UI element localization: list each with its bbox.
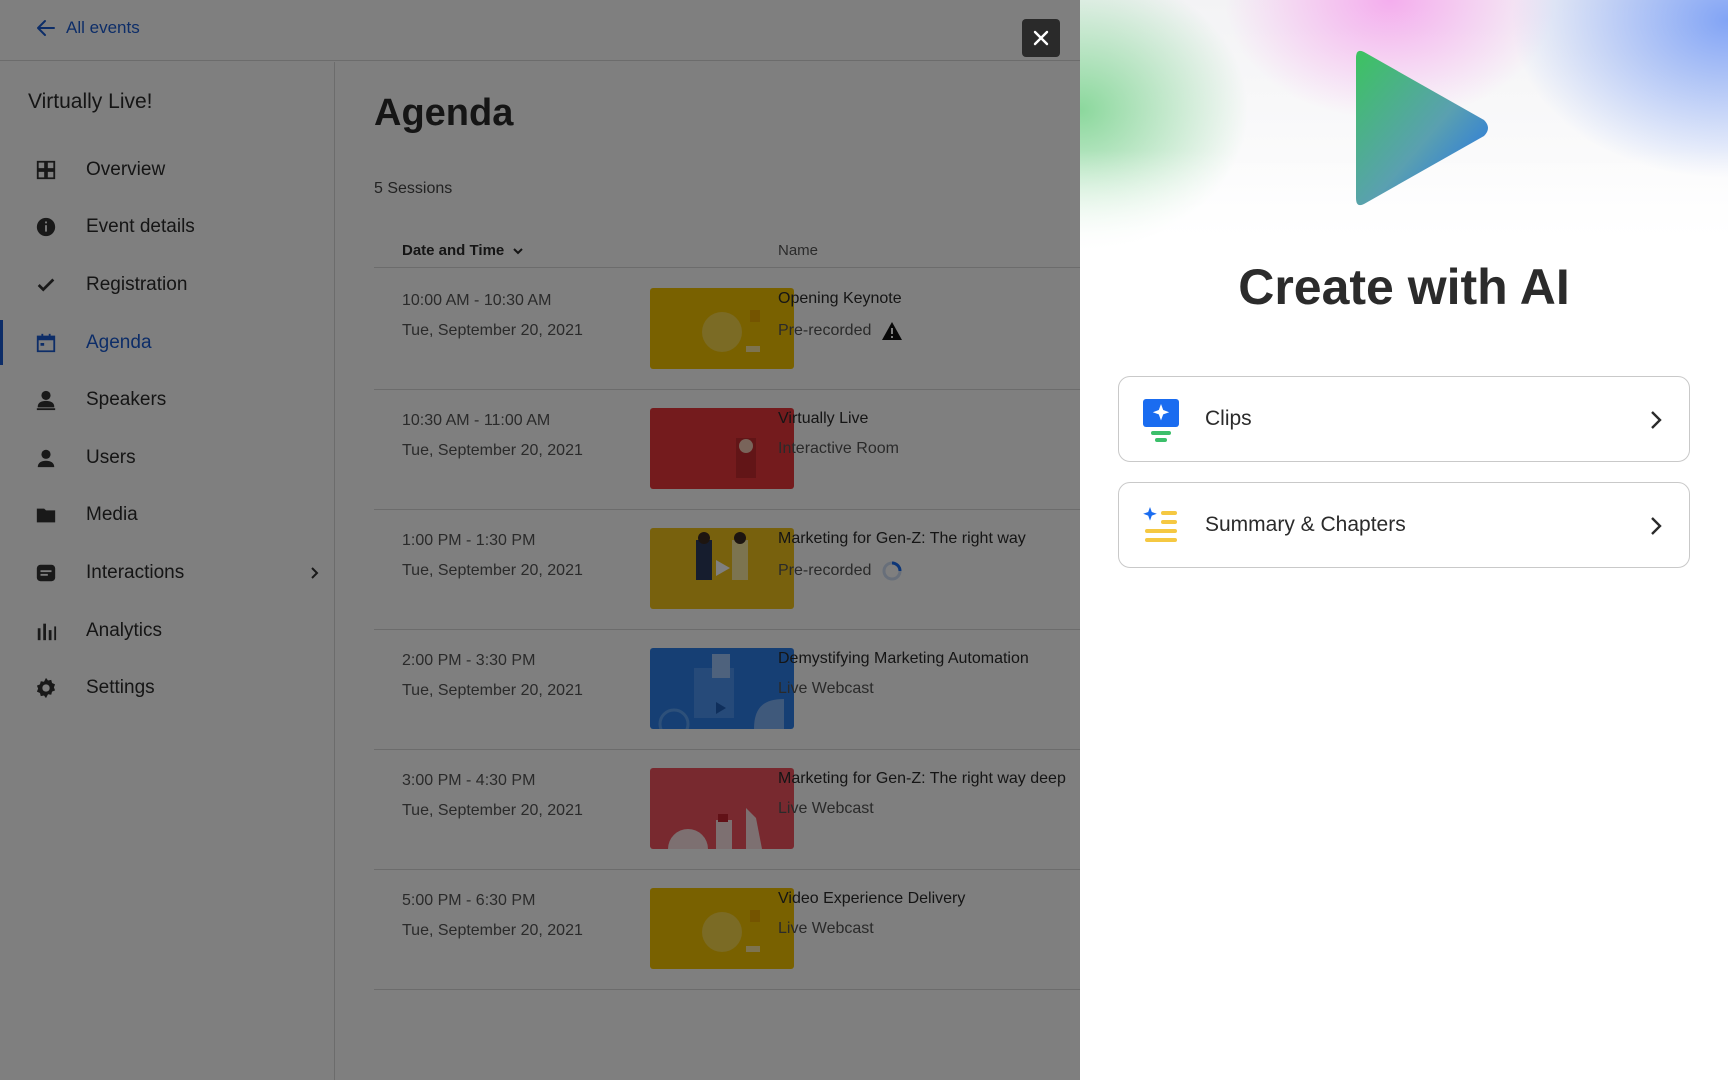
create-with-ai-panel: Create with AI Clips Summary & Chapters xyxy=(1080,0,1728,1080)
modal-backdrop[interactable] xyxy=(0,0,1080,1080)
chevron-right-icon xyxy=(1651,517,1662,535)
summary-ai-icon xyxy=(1143,507,1177,542)
close-icon xyxy=(1033,30,1049,46)
clips-label: Clips xyxy=(1205,407,1252,430)
clips-option-button[interactable]: Clips xyxy=(1118,376,1690,462)
clips-ai-icon xyxy=(1143,399,1179,442)
close-button[interactable] xyxy=(1022,19,1060,57)
summary-chapters-label: Summary & Chapters xyxy=(1205,513,1406,536)
summary-chapters-option-button[interactable]: Summary & Chapters xyxy=(1118,482,1690,568)
play-logo-icon xyxy=(1356,50,1488,206)
panel-title: Create with AI xyxy=(1238,259,1570,315)
chevron-right-icon xyxy=(1651,411,1662,429)
